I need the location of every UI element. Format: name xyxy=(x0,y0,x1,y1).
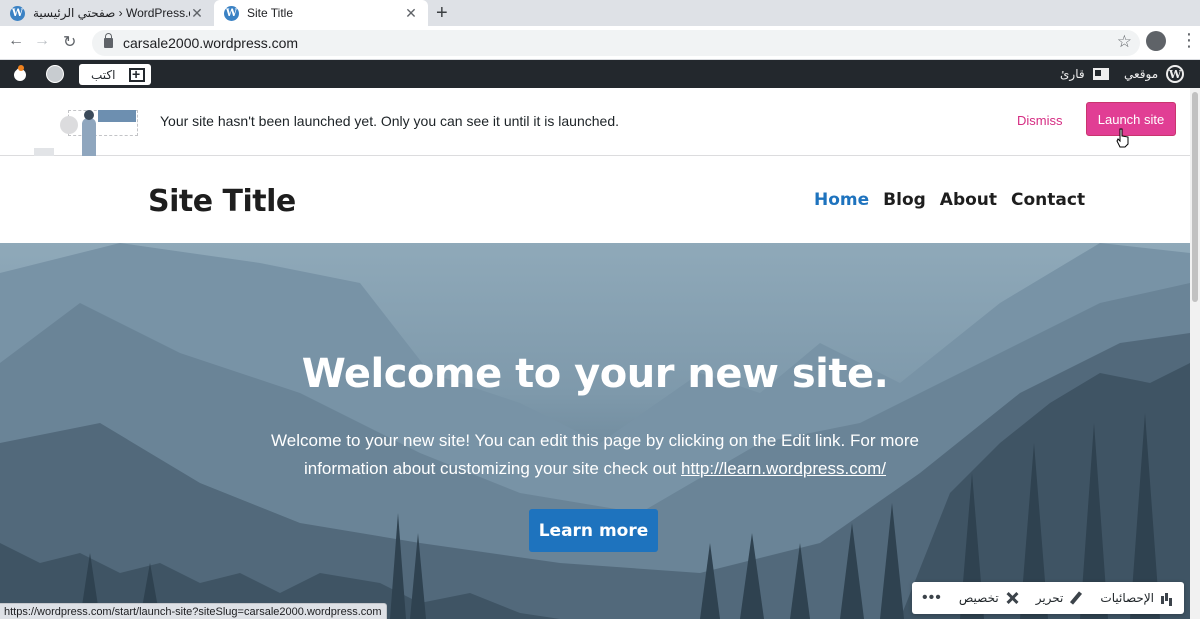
back-arrow-icon[interactable]: ← xyxy=(8,32,24,50)
reader-link[interactable]: قارئ xyxy=(1060,60,1109,88)
pencil-icon xyxy=(1069,591,1083,605)
browser-tab-site-title[interactable]: W Site Title ✕ xyxy=(214,0,428,26)
new-post-icon xyxy=(129,66,145,82)
hero-title: Welcome to your new site. xyxy=(301,351,889,397)
scrollbar-thumb[interactable] xyxy=(1192,92,1198,302)
site-header: Site Title Home Blog About Contact xyxy=(0,157,1190,243)
learn-wordpress-link[interactable]: http://learn.wordpress.com/ xyxy=(681,459,886,478)
customize-label: تخصيص xyxy=(958,591,999,605)
wordpress-favicon-icon: W xyxy=(10,5,25,21)
launch-illustration xyxy=(30,100,140,156)
close-tab-icon[interactable]: ✕ xyxy=(190,5,204,22)
nav-item-about[interactable]: About xyxy=(940,190,997,210)
browser-toolbar: ← → ↻ carsale2000.wordpress.com ☆ ⋮ xyxy=(0,26,1200,60)
banner-message: Your site hasn't been launched yet. Only… xyxy=(160,113,619,129)
nav-item-contact[interactable]: Contact xyxy=(1011,190,1085,210)
nav-item-home[interactable]: Home xyxy=(814,190,869,210)
tab-title: صفحتي الرئيسية › WordPress.com xyxy=(33,6,190,20)
url-text: carsale2000.wordpress.com xyxy=(123,35,299,51)
hero-description: Welcome to your new site! You can edit t… xyxy=(255,427,935,483)
launch-banner: Your site hasn't been launched yet. Only… xyxy=(0,88,1190,156)
edit-action[interactable]: تحرير xyxy=(1036,591,1084,605)
tab-title: Site Title xyxy=(247,6,294,20)
stats-action[interactable]: الإحصائيات xyxy=(1100,591,1174,605)
reload-icon[interactable]: ↻ xyxy=(63,32,76,52)
page-scrollbar[interactable] xyxy=(1190,88,1200,619)
status-url: https://wordpress.com/start/launch-site?… xyxy=(4,605,382,618)
floating-action-bar: الإحصائيات تحرير تخصيص ••• xyxy=(912,582,1184,614)
tools-icon xyxy=(1005,591,1019,605)
notifications-icon[interactable] xyxy=(11,65,29,84)
dismiss-link[interactable]: Dismiss xyxy=(1017,113,1063,128)
more-options-icon[interactable]: ••• xyxy=(922,589,942,607)
new-tab-icon[interactable]: + xyxy=(436,2,448,25)
write-button[interactable]: اكتب xyxy=(79,64,151,85)
reader-icon xyxy=(1092,68,1109,80)
stats-label: الإحصائيات xyxy=(1100,591,1154,605)
stats-icon xyxy=(1160,591,1174,605)
browser-status-bar: https://wordpress.com/start/launch-site?… xyxy=(0,603,387,619)
browser-menu-icon[interactable]: ⋮ xyxy=(1180,30,1198,51)
learn-more-button[interactable]: Learn more xyxy=(529,509,658,552)
wp-admin-bar: اكتب قارئ موقعي W xyxy=(0,60,1200,88)
browser-tab-home[interactable]: W صفحتي الرئيسية › WordPress.com ✕ xyxy=(0,0,214,26)
edit-label: تحرير xyxy=(1035,591,1064,605)
forward-arrow-icon[interactable]: → xyxy=(34,32,50,50)
write-label: اكتب xyxy=(91,67,116,82)
close-tab-icon[interactable]: ✕ xyxy=(404,5,418,22)
reader-label: قارئ xyxy=(1060,67,1085,81)
user-avatar[interactable] xyxy=(46,65,64,83)
wordpress-logo-icon: W xyxy=(1166,65,1185,83)
pointer-cursor-icon xyxy=(1116,128,1129,148)
primary-nav: Home Blog About Contact xyxy=(814,190,1085,210)
bookmark-star-icon[interactable]: ☆ xyxy=(1117,32,1132,52)
my-site-label: موقعي xyxy=(1124,67,1159,81)
profile-avatar-icon[interactable] xyxy=(1146,31,1166,51)
my-site-link[interactable]: موقعي W xyxy=(1124,60,1185,88)
site-title[interactable]: Site Title xyxy=(148,184,296,219)
lock-icon[interactable] xyxy=(104,33,113,48)
wordpress-favicon-icon: W xyxy=(224,5,239,21)
browser-tab-strip: W صفحتي الرئيسية › WordPress.com ✕ W Sit… xyxy=(0,0,1200,26)
address-bar[interactable]: carsale2000.wordpress.com ☆ xyxy=(92,30,1140,56)
nav-item-blog[interactable]: Blog xyxy=(883,190,926,210)
launch-site-button[interactable]: Launch site xyxy=(1086,102,1176,136)
customize-action[interactable]: تخصيص xyxy=(959,591,1019,605)
hero-section: Welcome to your new site. Welcome to you… xyxy=(0,243,1190,619)
